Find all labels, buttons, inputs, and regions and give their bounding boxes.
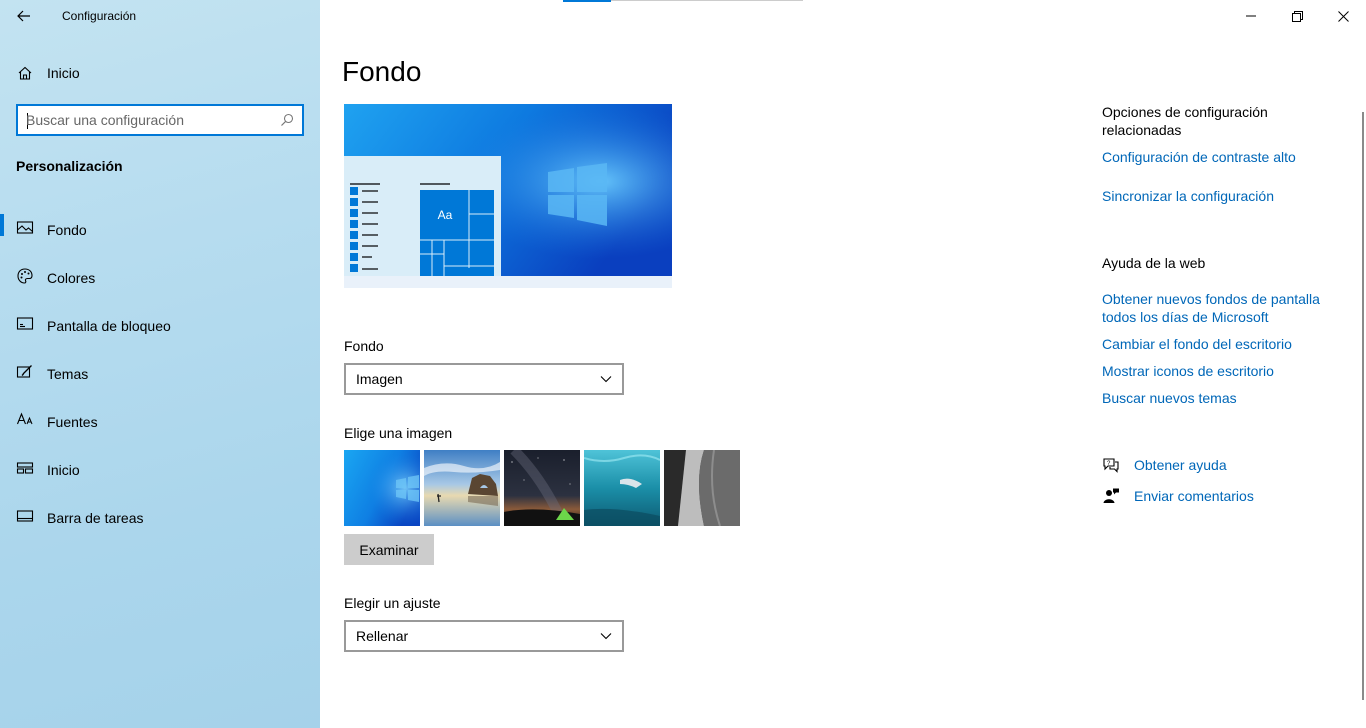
feedback-person-icon [1103,488,1119,503]
send-feedback-label: Enviar comentarios [1134,488,1254,504]
browse-button[interactable]: Examinar [344,534,434,565]
sidebar-item-barra-de-tareas[interactable]: Barra de tareas [0,494,320,542]
related-settings-heading: Opciones de configuración relacionadas [1102,104,1268,138]
search-icon [281,113,294,126]
sidebar-item-label: Fuentes [47,414,98,430]
fit-dropdown-value: Rellenar [356,628,409,644]
sidebar-item-pantalla-de-bloqueo[interactable]: Pantalla de bloqueo [0,302,320,350]
back-arrow-icon [17,10,30,22]
thumbnail-beach-arch[interactable] [424,450,500,526]
thumbnail-windows-blue[interactable] [344,450,420,526]
back-button[interactable] [8,4,40,28]
background-preview: Aa [344,104,672,288]
minimize-button[interactable] [1228,0,1274,32]
get-help-label: Obtener ayuda [1134,457,1227,473]
thumbnail-rock-cliff[interactable] [664,450,740,526]
sidebar-item-colores[interactable]: Colores [0,254,320,302]
background-label: Fondo [344,338,384,354]
link-daily-wallpapers[interactable]: Obtener nuevos fondos de pantalla todos … [1102,290,1332,326]
sidebar-item-label: Colores [47,270,96,286]
web-help-heading: Ayuda de la web [1102,255,1206,271]
sidebar-home-label: Inicio [47,65,80,81]
start-layout-icon [16,462,34,474]
themes-brush-icon [16,365,32,378]
section-title: Personalización [16,158,123,174]
minimize-icon [1246,15,1256,17]
sidebar-item-label: Barra de tareas [47,510,144,526]
sidebar: Configuración Inicio Personalización Fon… [0,0,320,728]
top-progress-active [563,0,611,2]
sidebar-item-temas[interactable]: Temas [0,350,320,398]
sidebar-item-label: Fondo [47,222,87,238]
lock-screen-icon [16,317,34,330]
thumbnail-underwater[interactable] [584,450,660,526]
link-show-desktop-icons[interactable]: Mostrar iconos de escritorio [1102,362,1342,380]
fit-label: Elegir un ajuste [344,595,441,611]
sidebar-item-label: Temas [47,366,89,382]
sidebar-home[interactable]: Inicio [0,58,320,88]
search-box[interactable] [16,104,304,136]
desktop-preview-image [344,104,672,276]
sidebar-item-fondo[interactable]: Fondo [0,206,320,254]
sidebar-item-fuentes[interactable]: Fuentes [0,398,320,446]
page-title: Fondo [342,56,422,87]
thumbnail-night-tent[interactable] [504,450,580,526]
scrollbar[interactable] [1362,112,1364,700]
close-icon [1337,10,1349,22]
close-button[interactable] [1320,0,1366,32]
app-title: Configuración [62,9,137,23]
background-dropdown-value: Imagen [356,371,403,387]
taskbar-icon [16,510,34,522]
search-input[interactable] [26,111,276,129]
get-help-row[interactable]: ? Obtener ayuda [1102,456,1227,474]
background-dropdown[interactable]: Imagen [344,363,624,395]
link-find-new-themes[interactable]: Buscar nuevos temas [1102,389,1342,407]
chevron-down-icon [600,633,612,640]
fonts-icon [16,412,33,425]
home-icon [18,66,32,80]
sidebar-nav: Fondo Colores Pantalla de bloqueo Temas … [0,206,320,542]
link-sync-settings[interactable]: Sincronizar la configuración [1102,187,1342,205]
top-progress-strip [563,0,803,2]
sidebar-item-label: Inicio [47,462,80,478]
send-feedback-row[interactable]: Enviar comentarios [1102,487,1254,505]
chevron-down-icon [600,376,612,383]
sidebar-item-inicio[interactable]: Inicio [0,446,320,494]
sidebar-item-label: Pantalla de bloqueo [47,318,171,334]
link-high-contrast[interactable]: Configuración de contraste alto [1102,148,1342,166]
choose-image-label: Elige una imagen [344,425,453,441]
link-change-desktop-background[interactable]: Cambiar el fondo del escritorio [1102,335,1342,353]
palette-icon [17,268,33,284]
restore-icon [1291,10,1303,22]
preview-tile-text: Aa [437,208,453,222]
fit-dropdown[interactable]: Rellenar [344,620,624,652]
help-chat-icon: ? [1103,458,1119,473]
restore-button[interactable] [1274,0,1320,32]
image-thumbnails [344,450,740,526]
picture-icon [16,221,34,234]
